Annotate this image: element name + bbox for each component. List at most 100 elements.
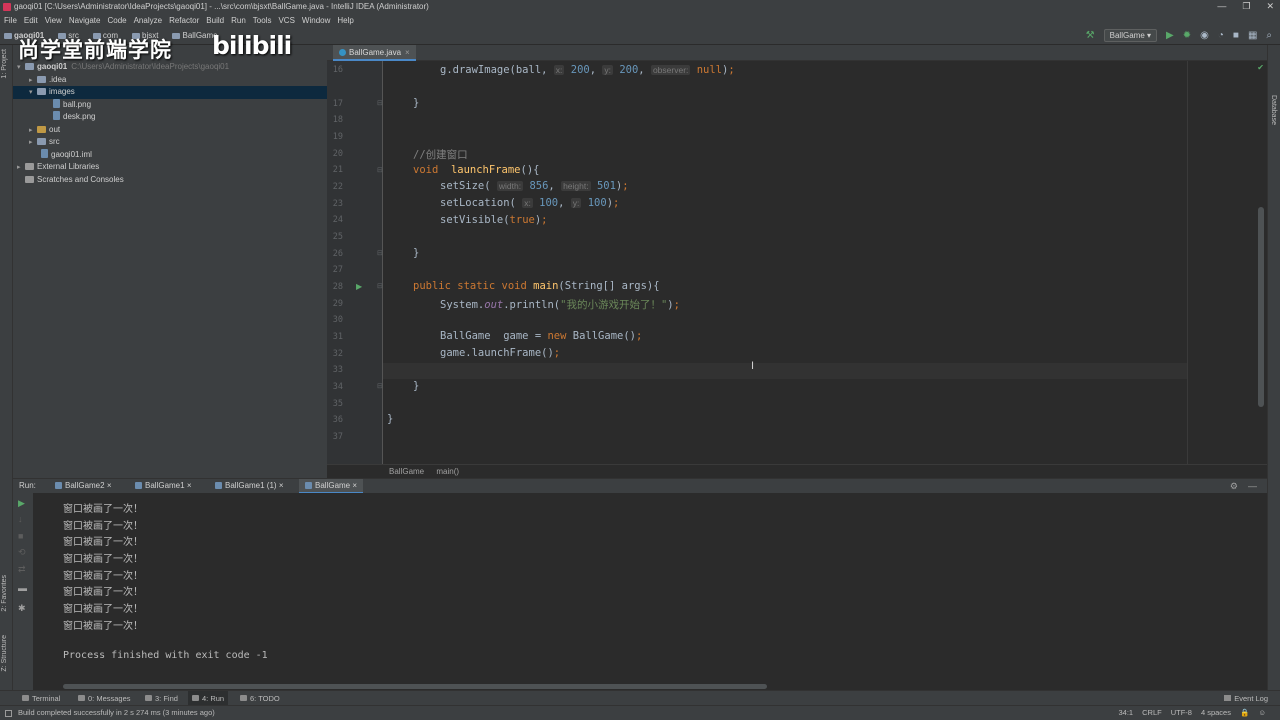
tab-todo[interactable]: 6: TODO — [236, 691, 284, 706]
breadcrumb-method[interactable]: main() — [436, 467, 459, 476]
fold-marker-icon[interactable]: ⊟ — [377, 99, 383, 107]
menu-tools[interactable]: Tools — [253, 16, 272, 25]
tree-item-idea[interactable]: ▸ .idea — [13, 74, 327, 87]
run-side-toolbar: ▶ ↓ ■ ≡ ⟲ ⇊ ⇄ ⎙ 🗑 ▬ ✱ — [13, 493, 46, 690]
tree-item-desk-png[interactable]: desk.png — [13, 111, 327, 124]
stop-icon[interactable]: ■ — [1233, 30, 1239, 41]
fold-marker-icon[interactable]: ⊟ — [377, 249, 383, 257]
tab-close-icon[interactable]: × — [187, 481, 192, 490]
pin-tab-icon[interactable]: ⇄ — [18, 564, 26, 575]
layout-icon[interactable]: ▬ — [18, 583, 27, 593]
run-icon — [192, 695, 199, 701]
tree-item-src[interactable]: ▸ src — [13, 136, 327, 149]
menu-edit[interactable]: Edit — [24, 16, 38, 25]
line-separator[interactable]: CRLF — [1142, 706, 1162, 720]
inspector-icon[interactable]: ☺ — [1258, 706, 1266, 720]
stop-icon[interactable]: ■ — [18, 531, 23, 541]
tab-messages[interactable]: 0: Messages — [74, 691, 135, 706]
search-everywhere-icon[interactable]: ⌕ — [1266, 30, 1272, 41]
editor-tab-ballgame[interactable]: BallGame.java × — [333, 45, 416, 61]
tab-find[interactable]: 3: Find — [141, 691, 182, 706]
run-main-gutter-icon[interactable]: ▶ — [356, 282, 362, 291]
close-button[interactable]: ✕ — [1266, 0, 1274, 13]
menu-window[interactable]: Window — [302, 16, 330, 25]
line-number: 33 — [332, 365, 343, 375]
run-tab-ballgame2[interactable]: BallGame2 × — [49, 479, 117, 494]
run-config-select[interactable]: BallGame ▾ — [1103, 29, 1158, 42]
watermark-logo: 尚学堂前端学院 — [18, 38, 172, 62]
caret-position[interactable]: 34:1 — [1119, 706, 1134, 720]
menu-run[interactable]: Run — [231, 16, 246, 25]
console-horizontal-scrollbar[interactable] — [33, 683, 1267, 690]
output-folder-icon — [37, 125, 46, 133]
minimize-button[interactable]: — — [1217, 0, 1226, 13]
tool-window-toggle-icon[interactable] — [5, 710, 12, 717]
tab-close-icon[interactable]: × — [107, 481, 112, 490]
fold-marker-icon[interactable]: ⊟ — [377, 382, 383, 390]
debug-icon[interactable]: ✹ — [1183, 30, 1191, 41]
menu-file[interactable]: File — [4, 16, 17, 25]
structure-tool-tab[interactable]: Z: Structure — [1, 635, 8, 672]
event-log-button[interactable]: Event Log — [1224, 691, 1268, 706]
database-tool-tab[interactable]: Database — [1270, 95, 1277, 125]
tree-item-out[interactable]: ▸ out — [13, 124, 327, 137]
maximize-button[interactable]: ❐ — [1242, 0, 1250, 13]
build-hammer-icon[interactable]: ⚒ — [1086, 30, 1095, 41]
tree-item-scratches[interactable]: Scratches and Consoles — [13, 174, 327, 187]
scrollbar-thumb[interactable] — [63, 684, 767, 689]
line-number: 32 — [332, 348, 343, 359]
coverage-icon[interactable]: ◉ — [1200, 30, 1209, 41]
code-line-25: setVisible(true); — [440, 214, 548, 226]
run-config-icon — [215, 482, 222, 489]
menu-navigate[interactable]: Navigate — [69, 16, 101, 25]
run-tab-ballgame1[interactable]: BallGame1 × — [129, 479, 197, 494]
scrollbar-thumb[interactable] — [1258, 207, 1264, 407]
menu-code[interactable]: Code — [107, 16, 126, 25]
tab-close-icon[interactable]: × — [352, 481, 357, 490]
breadcrumb-class[interactable]: BallGame — [389, 467, 424, 476]
lock-icon[interactable]: 🔒 — [1240, 706, 1249, 720]
fold-marker-icon[interactable]: ⊟ — [377, 282, 383, 290]
module-file-icon — [41, 148, 48, 158]
menu-vcs[interactable]: VCS — [278, 16, 294, 25]
tree-item-ball-png[interactable]: ball.png — [13, 98, 327, 112]
project-tool-tab[interactable]: 1: Project — [1, 49, 8, 79]
restore-layout-icon[interactable]: ⟲ — [18, 547, 26, 558]
tab-close-icon[interactable]: × — [279, 481, 284, 490]
fold-marker-icon[interactable]: ⊟ — [377, 166, 383, 174]
profile-icon[interactable]: ◔ — [1218, 30, 1224, 41]
editor-tab-bar: BallGame.java × — [327, 45, 1267, 61]
code-editor[interactable]: 16 17 18 19 20 21 22 23 24 25 26 27 28 2… — [327, 61, 1267, 464]
menu-refactor[interactable]: Refactor — [169, 16, 199, 25]
menu-analyze[interactable]: Analyze — [134, 16, 162, 25]
library-icon — [25, 163, 34, 170]
line-number: 19 — [332, 132, 343, 142]
status-message[interactable]: Build completed successfully in 2 s 274 … — [18, 706, 215, 720]
editor-vertical-scrollbar[interactable] — [1255, 61, 1267, 464]
run-tab-ballgame[interactable]: BallGame × — [299, 479, 364, 494]
settings-gear-icon[interactable]: ⚙ — [1230, 479, 1238, 493]
indent-setting[interactable]: 4 spaces — [1201, 706, 1231, 720]
tab-close-icon[interactable]: × — [405, 48, 410, 57]
code-line-16: g.drawImage(ball, x: 200, y: 200, observ… — [440, 64, 735, 76]
tab-run[interactable]: 4: Run — [188, 691, 229, 706]
tab-terminal[interactable]: Terminal — [18, 691, 64, 706]
favorites-tool-tab[interactable]: 2: Favorites — [1, 575, 8, 612]
tree-item-iml[interactable]: gaoqi01.iml — [13, 148, 327, 162]
tree-item-external-libraries[interactable]: ▸ External Libraries — [13, 161, 327, 174]
console-line: 窗口被画了一次！ — [63, 587, 143, 598]
tree-item-images[interactable]: ▾ images — [13, 86, 327, 99]
hide-panel-icon[interactable]: — — [1248, 479, 1257, 493]
menu-view[interactable]: View — [45, 16, 62, 25]
rerun-icon[interactable]: ▶ — [18, 498, 25, 509]
scroll-down-icon[interactable]: ↓ — [18, 514, 23, 524]
nav-crumb-ballgame[interactable]: BallGame — [172, 31, 218, 40]
run-tab-ballgame1-copy[interactable]: BallGame1 (1) × — [209, 479, 289, 494]
project-structure-icon[interactable]: ▦ — [1248, 30, 1257, 41]
run-console[interactable]: 窗口被画了一次！ 窗口被画了一次！ 窗口被画了一次！ 窗口被画了一次！ 窗口被画… — [33, 493, 1267, 683]
menu-help[interactable]: Help — [337, 16, 353, 25]
menu-build[interactable]: Build — [206, 16, 224, 25]
file-encoding[interactable]: UTF-8 — [1171, 706, 1192, 720]
run-icon[interactable]: ▶ — [1166, 30, 1174, 41]
pin-icon[interactable]: ✱ — [18, 603, 26, 614]
